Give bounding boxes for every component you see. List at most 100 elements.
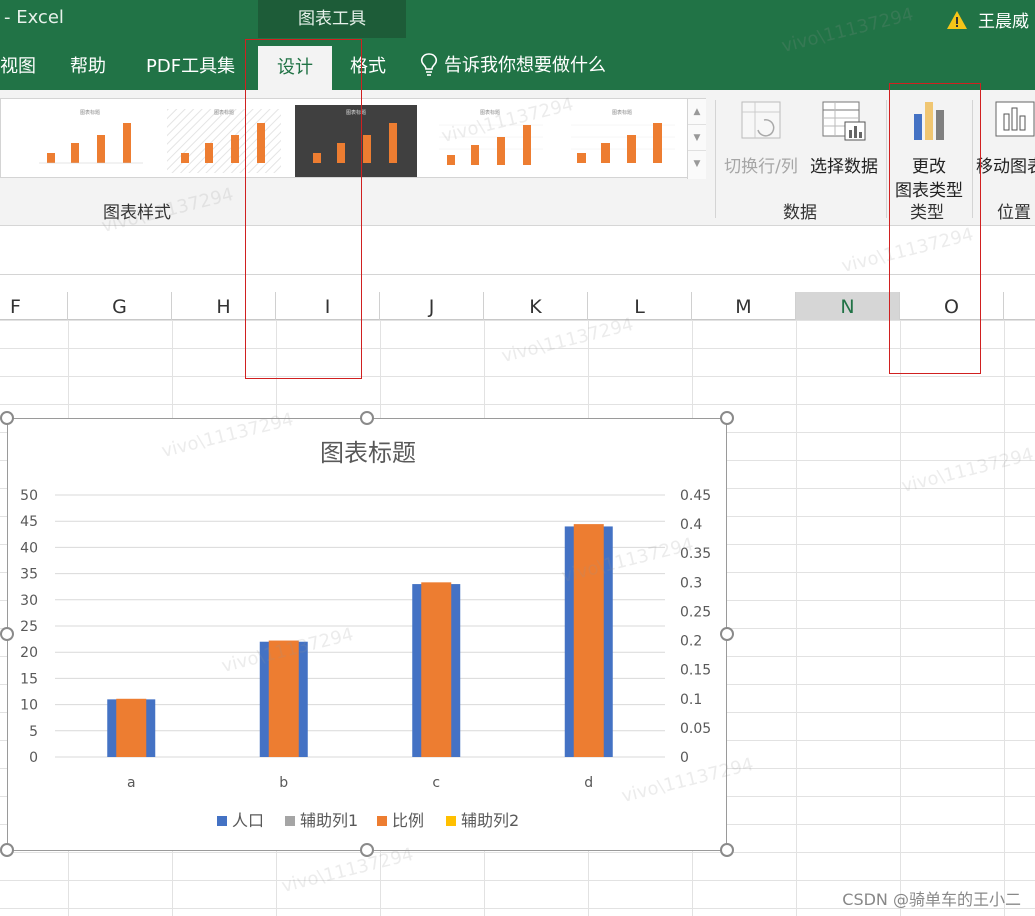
x-tick-label: b xyxy=(279,775,288,791)
x-tick-label: c xyxy=(432,775,440,791)
divider xyxy=(886,100,887,218)
resize-handle[interactable] xyxy=(0,627,14,641)
move-chart-label: 移动图表 xyxy=(976,157,1035,177)
move-chart-button[interactable]: 移动图表 xyxy=(976,100,1035,179)
y2-tick-label: 0.1 xyxy=(680,692,702,708)
switch-row-col-button[interactable]: 切换行/列 xyxy=(720,100,802,179)
divider xyxy=(715,100,716,218)
y2-tick-label: 0.05 xyxy=(680,721,711,737)
x-tick-label: d xyxy=(584,775,593,791)
y2-tick-label: 0.4 xyxy=(680,517,702,533)
y-tick-label: 50 xyxy=(20,488,38,504)
legend-swatch xyxy=(217,816,227,826)
y2-tick-label: 0.25 xyxy=(680,604,711,620)
svg-text:图表标题: 图表标题 xyxy=(612,109,632,116)
legend-swatch xyxy=(285,816,295,826)
gallery-down-icon[interactable]: ▼ xyxy=(688,125,706,151)
legend-label: 比例 xyxy=(392,811,424,830)
grid-line xyxy=(900,320,901,916)
user-name[interactable]: 王晨威 xyxy=(978,7,1029,32)
legend-label: 人口 xyxy=(232,811,264,830)
resize-handle[interactable] xyxy=(0,843,14,857)
select-data-button[interactable]: 选择数据 xyxy=(806,100,882,179)
legend-label: 辅助列1 xyxy=(300,811,358,830)
position-group-label: 位置 xyxy=(997,203,1031,223)
select-data-label: 选择数据 xyxy=(810,157,878,177)
column-headers: F G H I J K L M N O xyxy=(0,292,1035,320)
formula-bar-area[interactable] xyxy=(0,227,1035,275)
chart-title: 图表标题 xyxy=(320,439,416,467)
chart-style-5[interactable]: 图表标题 xyxy=(561,105,683,177)
resize-handle[interactable] xyxy=(720,627,734,641)
tab-view[interactable]: 视图 xyxy=(0,38,42,90)
y-tick-label: 40 xyxy=(20,540,38,556)
column-header[interactable]: M xyxy=(692,292,796,320)
y-tick-label: 25 xyxy=(20,619,38,635)
svg-text:图表标题: 图表标题 xyxy=(480,109,500,116)
column-header[interactable]: J xyxy=(380,292,484,320)
chart-styles-group-label: 图表样式 xyxy=(103,203,171,223)
legend-label: 辅助列2 xyxy=(461,811,519,830)
user-area[interactable]: 王晨威 xyxy=(946,7,1029,32)
gallery-up-icon[interactable]: ▲ xyxy=(688,99,706,125)
resize-handle[interactable] xyxy=(720,843,734,857)
warning-icon[interactable] xyxy=(946,10,968,30)
data-group-label: 数据 xyxy=(783,203,817,223)
column-header[interactable]: K xyxy=(484,292,588,320)
y-tick-label: 20 xyxy=(20,645,38,661)
y-tick-label: 45 xyxy=(20,514,38,530)
grid-line xyxy=(796,320,797,916)
y-tick-label: 35 xyxy=(20,567,38,583)
bar-比例 xyxy=(268,640,299,757)
y-tick-label: 15 xyxy=(20,671,38,687)
tab-pdf-tools[interactable]: PDF工具集 xyxy=(140,38,241,90)
y-tick-label: 5 xyxy=(29,724,38,740)
y2-tick-label: 0.35 xyxy=(680,546,711,562)
switch-row-col-icon xyxy=(741,101,781,139)
select-data-icon xyxy=(822,101,866,141)
resize-handle[interactable] xyxy=(360,411,374,425)
bar-比例 xyxy=(116,698,147,757)
chart-tools-label: 图表工具 xyxy=(298,9,366,29)
bar-比例 xyxy=(573,524,604,757)
move-chart-icon xyxy=(995,101,1035,137)
switch-row-col-label: 切换行/列 xyxy=(724,157,798,177)
y2-tick-label: 0.15 xyxy=(680,663,711,679)
svg-text:图表标题: 图表标题 xyxy=(214,109,234,116)
grid-line xyxy=(1004,320,1005,916)
tell-me-label: 告诉我你想要做什么 xyxy=(444,55,606,76)
legend-swatch xyxy=(446,816,456,826)
gallery-more-icon[interactable]: ▼ xyxy=(688,151,706,177)
column-header[interactable]: L xyxy=(588,292,692,320)
column-header-selected[interactable]: N xyxy=(796,292,900,320)
resize-handle[interactable] xyxy=(360,843,374,857)
ribbon-tabs: 视图 帮助 PDF工具集 设计 格式 告诉我你想要做什么 xyxy=(0,38,1035,90)
resize-handle[interactable] xyxy=(0,411,14,425)
y2-tick-label: 0.3 xyxy=(680,575,702,591)
legend-swatch xyxy=(377,816,387,826)
lightbulb-icon xyxy=(420,53,438,76)
y2-tick-label: 0.2 xyxy=(680,634,702,650)
column-header[interactable]: G xyxy=(68,292,172,320)
footer-credit: CSDN @骑单车的王小二 xyxy=(842,890,1021,909)
svg-text:图表标题: 图表标题 xyxy=(80,109,100,116)
ribbon-body: 图表标题 图表标题 图表标题 图表标题 图表标题 ▲ ▼ ▼ 图表样式 切换行/… xyxy=(0,90,1035,226)
column-chart[interactable]: 图表标题 0 5 10 15 20 25 30 35 40 45 50 0 0.05 0.1 0.15 0.2 0… xyxy=(8,419,728,852)
title-bar: - Excel 图表工具 王晨威 xyxy=(0,0,1035,38)
bar-比例 xyxy=(421,582,452,757)
app-title: - Excel xyxy=(4,7,64,28)
y-tick-label: 30 xyxy=(20,593,38,609)
resize-handle[interactable] xyxy=(720,411,734,425)
annotation-box-change-type xyxy=(889,83,981,374)
column-header[interactable]: F xyxy=(0,292,68,320)
y-tick-label: 0 xyxy=(29,750,38,766)
gallery-scrollbar[interactable]: ▲ ▼ ▼ xyxy=(687,99,706,179)
chart-style-4[interactable]: 图表标题 xyxy=(429,105,551,177)
chart-object[interactable]: 图表标题 0 5 10 15 20 25 30 35 40 45 50 0 0.05 0.1 0.15 0.2 0… xyxy=(7,418,727,851)
tab-help[interactable]: 帮助 xyxy=(64,38,112,90)
chart-tools-context-group: 图表工具 xyxy=(258,0,406,38)
chart-style-1[interactable]: 图表标题 xyxy=(29,105,151,177)
tell-me-search[interactable]: 告诉我你想要做什么 xyxy=(418,38,606,90)
y2-tick-label: 0 xyxy=(680,750,689,766)
annotation-box-design-tab xyxy=(245,39,362,379)
